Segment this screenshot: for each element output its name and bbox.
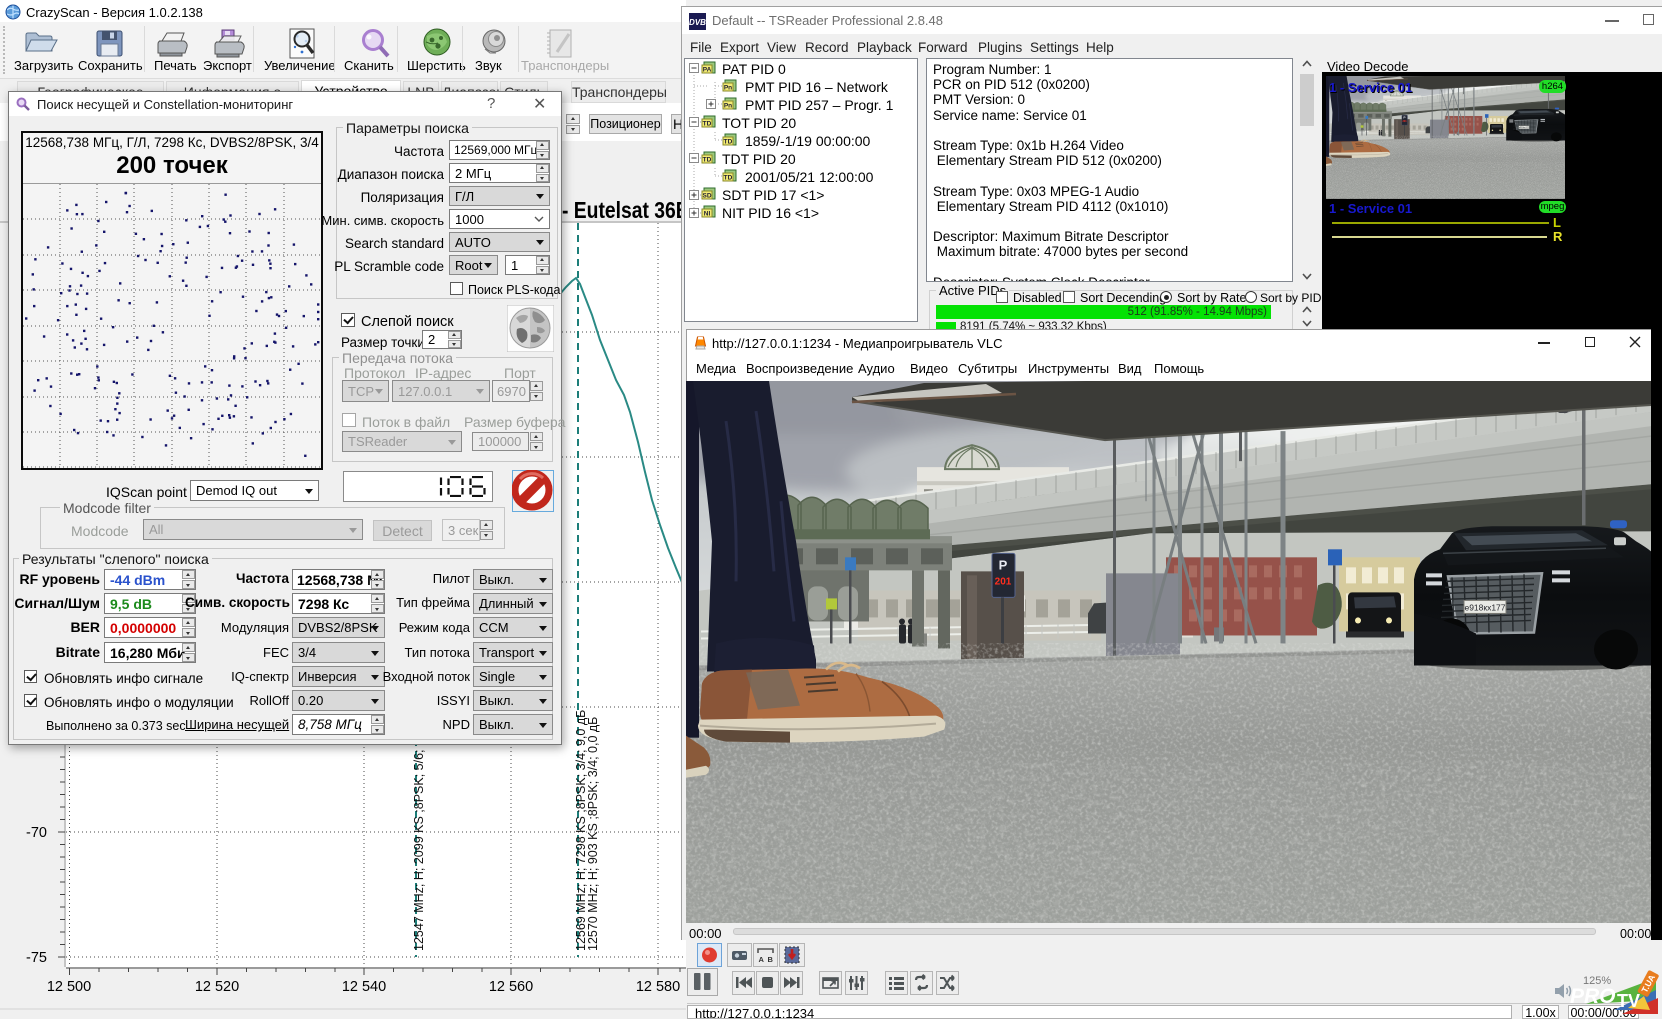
- svg-text:12 540: 12 540: [342, 979, 386, 995]
- svg-text:12 520: 12 520: [195, 979, 239, 995]
- svg-text:PRO: PRO: [1570, 985, 1616, 1008]
- svg-text:12547 MHz; H; 2099 KS ;8PSK; 5: 12547 MHz; H; 2099 KS ;8PSK; 5/6; 11.9 d…: [412, 704, 426, 951]
- svg-text:Pn: Pn: [724, 103, 732, 110]
- svg-text:A: A: [759, 955, 765, 964]
- svg-text:PA: PA: [703, 67, 712, 74]
- svg-text:12 500: 12 500: [47, 979, 91, 995]
- svg-text:12 580: 12 580: [636, 979, 680, 995]
- svg-text:Pn: Pn: [724, 85, 732, 92]
- svg-text:SD: SD: [702, 193, 711, 200]
- svg-text:TD: TD: [724, 175, 733, 182]
- svg-text:TV: TV: [1617, 991, 1640, 1011]
- svg-text:12570 MHz; H; 903 KS ;8PSK; 3/: 12570 MHz; H; 903 KS ;8PSK; 3/4; 0,0 дБ: [586, 717, 600, 951]
- svg-text:-70: -70: [26, 825, 47, 841]
- svg-text:TD: TD: [724, 139, 733, 146]
- svg-text:-75: -75: [26, 950, 47, 966]
- svg-text:DVB: DVB: [689, 18, 706, 27]
- svg-text:- Eutelsat 36B/36C: - Eutelsat 36B/36C: [562, 199, 686, 224]
- svg-text:TD: TD: [703, 157, 712, 164]
- svg-text:NI: NI: [704, 211, 711, 218]
- svg-text:12 560: 12 560: [489, 979, 533, 995]
- svg-text:TD: TD: [703, 121, 712, 128]
- svg-text:B: B: [768, 955, 774, 964]
